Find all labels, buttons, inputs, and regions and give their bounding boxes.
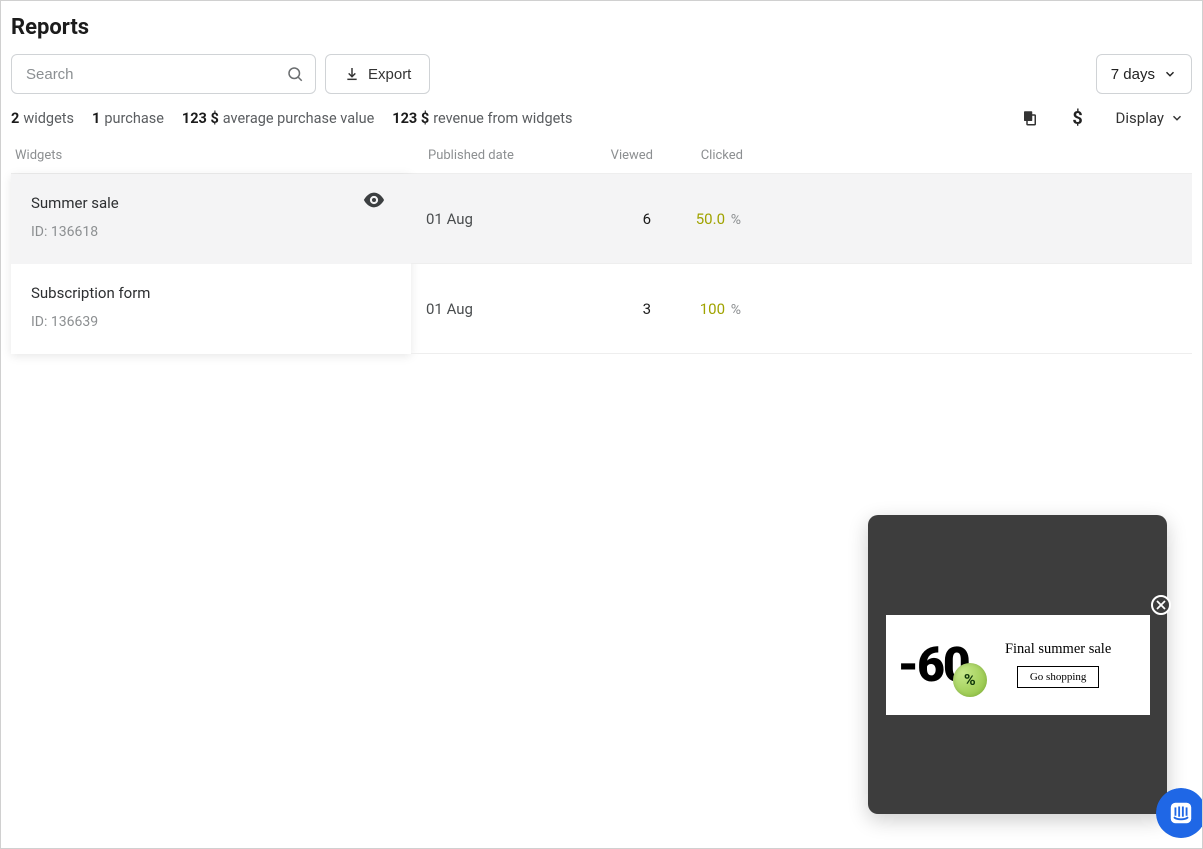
display-label: Display: [1116, 109, 1164, 127]
copy-icon: [1021, 109, 1039, 127]
col-viewed: Viewed: [558, 148, 653, 163]
currency-button[interactable]: $: [1068, 108, 1088, 128]
stat-widgets: 2widgets: [11, 110, 74, 127]
cell-published: 01 Aug: [426, 300, 556, 318]
stat-avg: 123 $average purchase value: [182, 110, 374, 127]
widget-name: Subscription form: [31, 284, 391, 302]
widget-id: ID: 136618: [31, 224, 391, 240]
date-range-button[interactable]: 7 days: [1096, 54, 1192, 94]
col-published: Published date: [428, 148, 558, 163]
col-widgets: Widgets: [13, 148, 428, 163]
widget-card[interactable]: Summer sale ID: 136618: [11, 174, 411, 264]
export-label: Export: [368, 66, 411, 83]
widget-preview-panel: -60 % Final summer sale Go shopping: [868, 515, 1167, 814]
col-clicked: Clicked: [653, 148, 773, 163]
preview-button[interactable]: [363, 192, 385, 214]
page-title: Reports: [11, 15, 1192, 40]
search-field-wrap: [11, 54, 316, 94]
toolbar: Export 7 days: [11, 54, 1192, 94]
chevron-down-icon: [1163, 67, 1177, 81]
download-icon: [344, 66, 360, 82]
discount-graphic: -60 %: [898, 641, 969, 689]
search-input[interactable]: [11, 54, 316, 94]
date-range-label: 7 days: [1111, 66, 1155, 83]
export-button[interactable]: Export: [325, 54, 430, 94]
cell-viewed: 6: [556, 210, 651, 228]
search-icon: [286, 65, 304, 83]
stat-purchase: 1purchase: [92, 110, 164, 127]
cell-viewed: 3: [556, 300, 651, 318]
widget-card[interactable]: Subscription form ID: 136639: [11, 264, 411, 354]
percent-badge: %: [953, 663, 987, 697]
widget-name: Summer sale: [31, 194, 391, 212]
display-button[interactable]: Display: [1116, 109, 1184, 127]
stats-row: 2widgets 1purchase 123 $average purchase…: [11, 108, 1192, 128]
table-header: Widgets Published date Viewed Clicked: [11, 148, 1192, 173]
banner-headline: Final summer sale: [1005, 641, 1111, 658]
chevron-down-icon: [1170, 111, 1184, 125]
cell-published: 01 Aug: [426, 210, 556, 228]
cell-clicked: 50.0 %: [651, 210, 771, 228]
close-preview-button[interactable]: [1151, 595, 1171, 615]
stat-revenue: 123 $revenue from widgets: [392, 110, 572, 127]
widget-id: ID: 136639: [31, 314, 391, 330]
eye-icon: [363, 192, 385, 208]
cell-clicked: 100 %: [651, 300, 771, 318]
copy-button[interactable]: [1020, 108, 1040, 128]
table-row[interactable]: Subscription form ID: 136639 01 Aug 3 10…: [11, 264, 1192, 354]
close-icon: [1156, 600, 1166, 610]
reports-table: Widgets Published date Viewed Clicked Su…: [11, 148, 1192, 354]
go-shopping-button[interactable]: Go shopping: [1017, 666, 1100, 688]
intercom-icon: [1168, 800, 1194, 826]
table-row[interactable]: Summer sale ID: 136618 01 Aug 6 50.0 %: [11, 174, 1192, 264]
promo-banner: -60 % Final summer sale Go shopping: [886, 615, 1150, 715]
